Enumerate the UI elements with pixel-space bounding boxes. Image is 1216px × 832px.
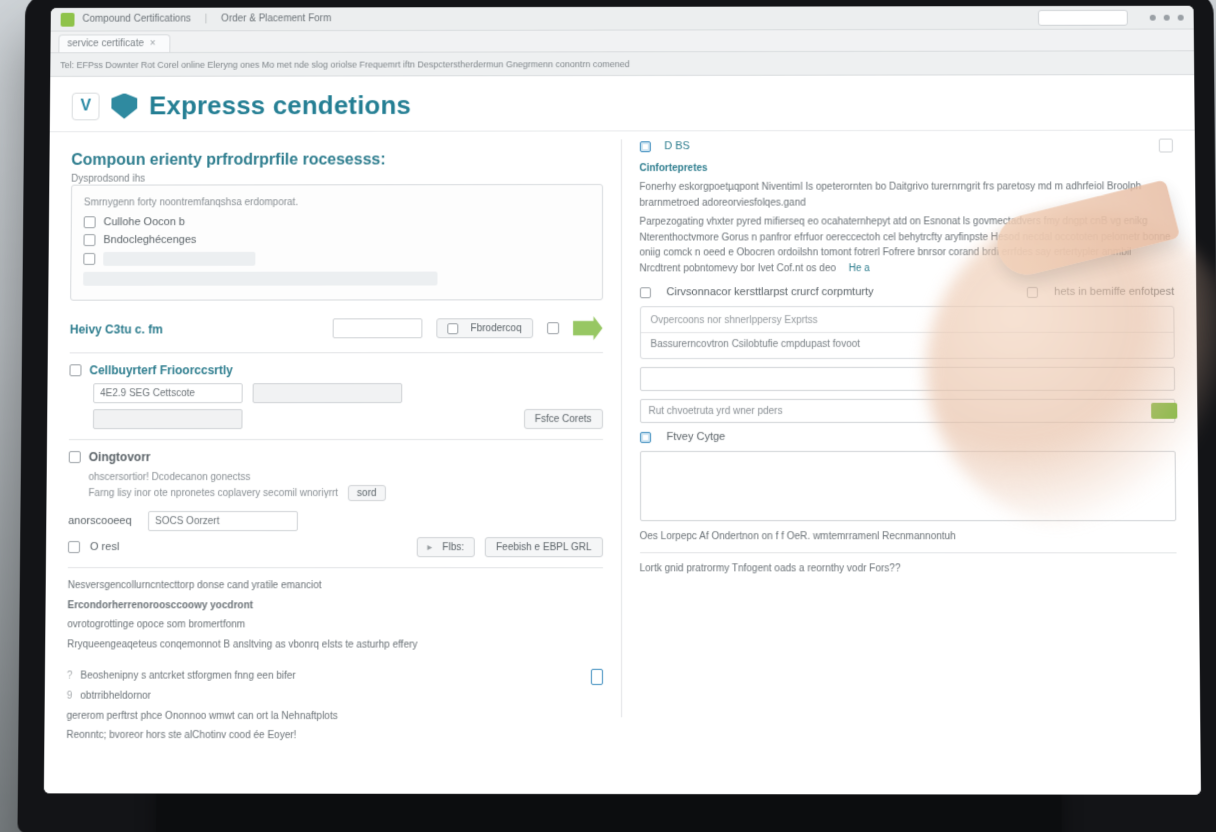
right-foot2: Lortk gnid pratrormy Tnfogent oads a reo… [640, 563, 1177, 574]
window-control-close[interactable] [1178, 14, 1184, 20]
row-b-checkbox[interactable] [68, 541, 80, 553]
option-3-checkbox[interactable] [83, 253, 95, 265]
page-title: Expresss cendetions [149, 90, 411, 121]
left-para3: ovrotogrottinge opoce som bromertfonm [67, 617, 602, 633]
square-icon [448, 323, 459, 334]
right-chk2-label: Ftvey Cytge [667, 431, 726, 443]
page-header: V Expresss cendetions [50, 75, 1195, 132]
reveal-placeholder: Rut chvoetruta yrd wner pders [649, 405, 783, 416]
option-1-checkbox[interactable] [84, 216, 96, 228]
left-subnote: Dysprodsond ihs [71, 173, 602, 185]
row-b-btn1-label: Flbs: [442, 542, 464, 553]
group4-title: Oingtovorr [89, 450, 151, 464]
right-chk-left[interactable] [639, 287, 650, 298]
left-subtitle: Compoun erienty prfrodrprfile rocesesss: [71, 139, 602, 173]
group3-value[interactable]: 4E2.9 SEG Cettscote [93, 383, 243, 403]
phone-icon [590, 669, 602, 685]
options-caption: Smrnygenn forty noontremfanqshsa erdompo… [84, 195, 590, 210]
window-subtitle: Order & Placement Form [221, 13, 331, 24]
shield-icon [111, 93, 137, 119]
row-a-input[interactable]: SOCS Oorzert [148, 511, 298, 531]
forward-arrow-icon [573, 316, 603, 340]
select-box[interactable]: Ovpercoons nor shnerlppersy Exprtss Bass… [639, 306, 1174, 359]
panel-placeholder-bar [83, 272, 437, 286]
page: V Expresss cendetions Compoun erienty pr… [44, 75, 1201, 795]
right-para1: Fonerhy eskorgpoetµqpont Niventiml Is op… [639, 179, 1173, 210]
group3-button[interactable]: Fsfce Corets [524, 409, 603, 429]
window-control-max[interactable] [1164, 14, 1170, 20]
group2-button-label: Fbrodercoq [471, 323, 522, 334]
group3-title: Cellbuyrterf Frioorccsrtly [89, 363, 233, 377]
group3-value-text: 4E2.9 SEG Cettscote [100, 388, 195, 399]
left-para4: Rryqueengeaqeteus conqemonnot B ansltvin… [67, 637, 602, 653]
tab-service-certificate[interactable]: service certificate × [58, 34, 170, 52]
right-chk-right[interactable] [1027, 286, 1038, 297]
browser-titlebar: Compound Certifications | Order & Placem… [51, 6, 1194, 32]
left-item3: gererom perftrst phce Ononnoo wmwt can o… [66, 708, 602, 724]
group2-title: Heivy C3tu c. fm [70, 322, 319, 336]
code-chip[interactable]: D BS [664, 140, 690, 152]
group2-input[interactable] [333, 318, 423, 338]
group3-secondary [93, 409, 243, 429]
row-b-btn1[interactable]: ▸Flbs: [416, 537, 475, 557]
right-chk2[interactable] [640, 431, 651, 442]
option-2-label: Bndocleghécenges [103, 234, 196, 246]
group4-chip[interactable]: sord [348, 485, 385, 501]
option-1-label: Cullohe Oocon b [104, 216, 185, 228]
left-para2: Ercondorherrenoroosccoowy yocdront [67, 600, 253, 611]
brand-letter: V [80, 97, 91, 115]
select-value: Bassurerncovtron Csilobtufie cmpdupast f… [650, 339, 1163, 350]
group3-readonly [253, 383, 403, 403]
select-label: Ovpercoons nor shnerlppersy Exprtss [650, 315, 1163, 326]
left-para1: Nesversgencollurncntecttorp donse cand y… [68, 578, 603, 594]
screen: Compound Certifications | Order & Placem… [44, 6, 1201, 795]
row-b-btn2-label: Feebish e EBPL GRL [496, 542, 591, 553]
right-section-title: Cinfortepretes [639, 162, 1173, 174]
left-item2: obtrribheldornor [80, 689, 151, 705]
group3-button-label: Fsfce Corets [535, 414, 592, 425]
tab-strip: service certificate × [50, 30, 1194, 54]
window-title: Compound Certifications [82, 14, 190, 25]
right-para2: Parpezogating vhxter pyred mifierseq eo … [639, 214, 1174, 276]
group4-note2: Farng lisy inor ote npronetes coplavery … [88, 486, 338, 501]
right-column: D BS Cinfortepretes Fonerhy eskorgpoetµq… [620, 139, 1178, 718]
row-a-value: SOCS Oorzert [155, 516, 219, 527]
breadcrumb-text: Tel: EFPss Downter Rot Corel online Eler… [60, 59, 629, 70]
group3-checkbox[interactable] [69, 364, 81, 376]
reveal-input[interactable]: Rut chvoetruta yrd wner pders [639, 399, 1175, 423]
group2-trailing-checkbox[interactable] [547, 322, 559, 334]
left-item4: Reonntc; bvoreor hors ste alChotinv cood… [66, 728, 602, 744]
row-b-btn2[interactable]: Feebish e EBPL GRL [485, 537, 602, 557]
code-chip-icon [639, 141, 650, 152]
right-chk-left-label: Cirvsonnacor kersttlarpst crurcf corpmtu… [666, 286, 873, 298]
option-2-checkbox[interactable] [83, 234, 95, 246]
brand-badge: V [72, 92, 100, 120]
group4-note1: ohscersortior! Dcodecanon gonectss [69, 470, 603, 485]
options-panel: Smrnygenn forty noontremfanqshsa erdompo… [70, 184, 602, 301]
close-tab-icon[interactable]: × [150, 38, 156, 49]
ok-badge [1151, 403, 1177, 419]
breadcrumb-bar: Tel: EFPss Downter Rot Corel online Eler… [50, 51, 1194, 77]
left-column: Compoun erienty prfrodrprfile rocesesss:… [67, 139, 621, 717]
left-item1: Beoshenipny s antcrket stforgmen fnng ee… [80, 669, 295, 685]
row-b-label: O resl [90, 541, 144, 553]
right-para2-link[interactable]: He a [849, 263, 870, 274]
option-3-placeholder [103, 252, 255, 266]
collapse-icon[interactable] [1159, 139, 1173, 153]
row-a-label: anorscooeeq [68, 515, 138, 527]
group2-button[interactable]: Fbrodercoq [437, 318, 533, 338]
right-foot1: Oes Lorpepc Af Ondertnon on f f OeR. wmt… [640, 531, 1177, 542]
right-text-input-1[interactable] [639, 367, 1175, 391]
window-control-min[interactable] [1150, 14, 1156, 20]
group4-chip-label: sord [357, 486, 376, 501]
group4-checkbox[interactable] [69, 451, 81, 463]
omnibox[interactable] [1038, 9, 1128, 25]
favicon [61, 12, 75, 26]
right-chk-right-label: hets in bemiffe enfotpest [1054, 286, 1174, 298]
tab-label: service certificate [67, 38, 144, 49]
right-textarea[interactable] [640, 451, 1177, 521]
